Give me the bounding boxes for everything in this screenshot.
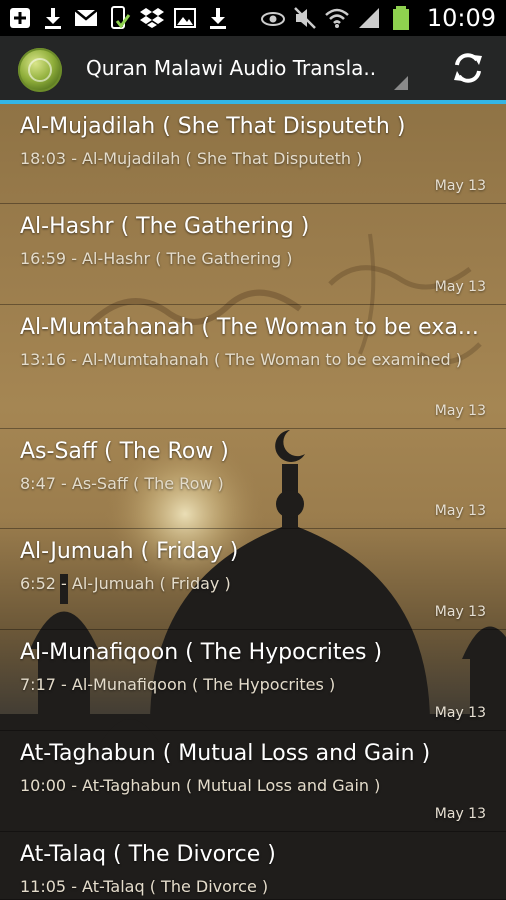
app-logo[interactable]: [18, 48, 62, 92]
item-subtitle: 7:17 - Al-Munafiqoon ( The Hypocrites ): [20, 675, 336, 694]
list-item[interactable]: At-Talaq ( The Divorce ) 11:05 - At-Talaq…: [0, 832, 506, 900]
signal-icon: [357, 6, 381, 30]
item-title: Al-Jumuah ( Friday ): [20, 539, 239, 564]
content-area: Al-Mujadilah ( She That Disputeth ) 18:03…: [0, 104, 506, 900]
item-date: May 13: [434, 604, 486, 620]
item-date: May 13: [434, 403, 486, 419]
download-icon: [206, 6, 230, 30]
item-date: May 13: [434, 178, 486, 194]
clock: 10:09: [426, 4, 496, 32]
item-subtitle: 8:47 - As-Saff ( The Row ): [20, 474, 224, 493]
refresh-button[interactable]: [448, 48, 488, 88]
item-date: May 13: [434, 503, 486, 519]
add-box-icon: [8, 6, 32, 30]
item-date: May 13: [434, 806, 486, 822]
status-bar: 10:09: [0, 0, 506, 36]
item-title: As-Saff ( The Row ): [20, 439, 229, 464]
item-subtitle: 18:03 - Al-Mujadilah ( She That Disputet…: [20, 149, 363, 168]
item-subtitle: 6:52 - Al-Jumuah ( Friday ): [20, 574, 231, 593]
item-subtitle: 10:00 - At-Taghabun ( Mutual Loss and Ga…: [20, 776, 381, 795]
item-subtitle: 11:05 - At-Talaq ( The Divorce ): [20, 877, 269, 896]
list-item[interactable]: Al-Mujadilah ( She That Disputeth ) 18:03…: [0, 104, 506, 204]
list-item[interactable]: As-Saff ( The Row ) 8:47 - As-Saff ( The …: [0, 429, 506, 529]
list-item[interactable]: Al-Hashr ( The Gathering ) 16:59 - Al-Has…: [0, 204, 506, 305]
item-subtitle: 16:59 - Al-Hashr ( The Gathering ): [20, 249, 293, 268]
item-subtitle: 13:16 - Al-Mumtahanah ( The Woman to be …: [20, 350, 462, 369]
item-title: Al-Mumtahanah ( The Woman to be exa...: [20, 315, 479, 340]
gmail-icon: [74, 6, 98, 30]
eye-icon: [260, 6, 285, 30]
item-title: Al-Munafiqoon ( The Hypocrites ): [20, 640, 383, 665]
mute-icon: [293, 6, 317, 30]
item-title: Al-Mujadilah ( She That Disputeth ): [20, 114, 406, 139]
screen: 10:09 Quran Malawi Audio Transla.. Al-Mu…: [0, 0, 506, 900]
item-title: Al-Hashr ( The Gathering ): [20, 214, 310, 239]
list-item[interactable]: At-Taghabun ( Mutual Loss and Gain ) 10:0…: [0, 731, 506, 832]
item-title: At-Talaq ( The Divorce ): [20, 842, 276, 867]
dropdown-caret-icon[interactable]: [394, 76, 408, 90]
list-item[interactable]: Al-Jumuah ( Friday ) 6:52 - Al-Jumuah ( F…: [0, 529, 506, 630]
action-bar: Quran Malawi Audio Transla..: [0, 36, 506, 100]
item-date: May 13: [434, 705, 486, 721]
app-title[interactable]: Quran Malawi Audio Transla..: [86, 56, 376, 80]
phone-check-icon: [107, 6, 131, 30]
wifi-icon: [324, 6, 349, 30]
dropbox-icon: [140, 6, 164, 30]
refresh-icon: [454, 53, 482, 83]
item-title: At-Taghabun ( Mutual Loss and Gain ): [20, 741, 431, 766]
image-icon: [173, 6, 197, 30]
list-item[interactable]: Al-Mumtahanah ( The Woman to be exa... 13…: [0, 305, 506, 429]
download-icon: [41, 6, 65, 30]
battery-icon: [389, 6, 413, 30]
surah-list: Al-Mujadilah ( She That Disputeth ) 18:03…: [0, 104, 506, 900]
item-date: May 13: [434, 279, 486, 295]
list-item[interactable]: Al-Munafiqoon ( The Hypocrites ) 7:17 - A…: [0, 630, 506, 731]
